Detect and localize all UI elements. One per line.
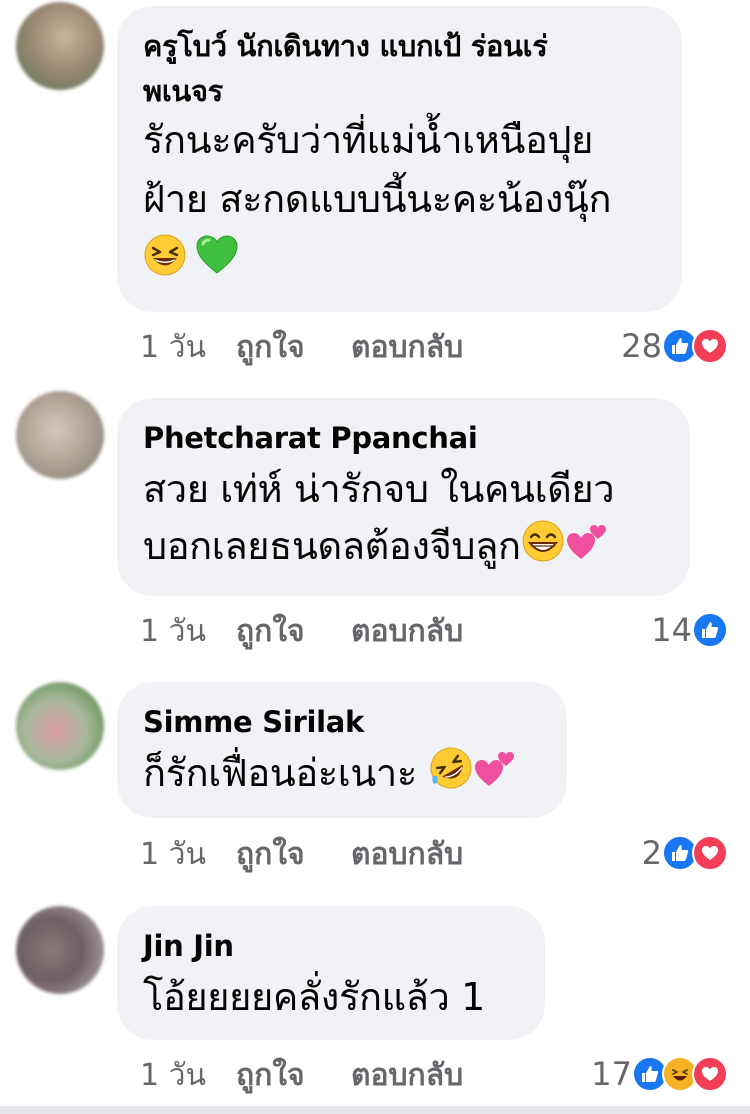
comment-time[interactable]: 1 วัน (140, 612, 236, 652)
comment-text-segment: ก็รักเฟื่อนอ่ะเนาะ (143, 751, 417, 795)
comment-time[interactable]: 1 วัน (140, 835, 236, 875)
like-button[interactable]: ถูกใจ (236, 612, 351, 652)
comment-author[interactable]: Simme Sirilak (143, 704, 541, 740)
two-hearts-icon (473, 746, 517, 805)
reaction-count: 14 (651, 611, 692, 649)
comment-time[interactable]: 1 วัน (140, 328, 236, 368)
comment-meta: 1 วัน ถูกใจ ตอบกลับ (140, 612, 463, 652)
green-heart-icon (194, 233, 240, 281)
like-button[interactable]: ถูกใจ (236, 1056, 351, 1096)
comment-bubble: Phetcharat Ppanchai สวย เท่ห์ น่ารักจบ ใ… (117, 398, 690, 596)
avatar[interactable] (16, 2, 104, 90)
reaction-summary[interactable]: 14 (651, 610, 728, 650)
comment-bubble: ครูโบว์ นักเดินทาง แบกเป้ ร่อนเร่ พเนจร … (117, 6, 682, 312)
grinning-face-smiling-eyes-icon (521, 519, 565, 578)
comment-text-line: บอกเลยธนดลต้องจีบลูก (143, 519, 664, 578)
avatar[interactable] (16, 906, 104, 994)
avatar[interactable] (16, 682, 104, 770)
avatar[interactable] (16, 391, 104, 479)
like-reaction-icon (692, 612, 728, 648)
comment-meta: 1 วัน ถูกใจ ตอบกลับ (140, 1056, 463, 1096)
comment-text-line: โอ้ยยยยคลั่งรักแล้ว 1 (143, 975, 485, 1019)
comment-text-line: สวย เท่ห์ น่ารักจบ ในคนเดียว (143, 467, 615, 511)
like-button[interactable]: ถูกใจ (236, 328, 351, 368)
reply-button[interactable]: ตอบกลับ (351, 1056, 463, 1096)
comment-bubble: Simme Sirilak ก็รักเฟื่อนอ่ะเนาะ (117, 682, 567, 818)
comment-author[interactable]: Jin Jin (143, 928, 519, 964)
comment-author-continued[interactable]: พเนจร (143, 73, 656, 109)
reaction-summary[interactable]: 2 (642, 833, 728, 873)
like-button[interactable]: ถูกใจ (236, 835, 351, 875)
comment-author[interactable]: ครูโบว์ นักเดินทาง แบกเป้ ร่อนเร่ (143, 28, 656, 64)
reaction-count: 28 (621, 327, 662, 365)
comment-text-line: รักนะครับว่าที่แม่น้ำเหนือปุย (143, 118, 593, 162)
reply-button[interactable]: ตอบกลับ (351, 612, 463, 652)
comment-text-line: ฝ้าย สะกดแบบนี้นะคะน้องนุ๊ก (143, 177, 612, 221)
comment-time[interactable]: 1 วัน (140, 1056, 236, 1096)
love-reaction-icon (692, 328, 728, 364)
reaction-count: 17 (591, 1055, 632, 1093)
reply-button[interactable]: ตอบกลับ (351, 328, 463, 368)
reply-button[interactable]: ตอบกลับ (351, 835, 463, 875)
rolling-on-floor-laughing-icon (429, 746, 473, 805)
reaction-summary[interactable]: 17 (591, 1054, 728, 1094)
comment-meta: 1 วัน ถูกใจ ตอบกลับ (140, 835, 463, 875)
reaction-summary[interactable]: 28 (621, 326, 728, 366)
love-reaction-icon (692, 1056, 728, 1092)
comment-text-line: ก็รักเฟื่อนอ่ะเนาะ (143, 746, 541, 805)
bottom-divider (0, 1106, 750, 1114)
comment-author[interactable]: Phetcharat Ppanchai (143, 420, 664, 456)
comment-bubble: Jin Jin โอ้ยยยยคลั่งรักแล้ว 1 (117, 906, 545, 1040)
grinning-squinting-face-icon (143, 233, 187, 281)
two-hearts-icon (565, 519, 609, 578)
comment-meta: 1 วัน ถูกใจ ตอบกลับ (140, 328, 463, 368)
comment-text-segment: บอกเลยธนดลต้องจีบลูก (143, 524, 521, 568)
love-reaction-icon (692, 835, 728, 871)
reaction-count: 2 (641, 834, 662, 872)
